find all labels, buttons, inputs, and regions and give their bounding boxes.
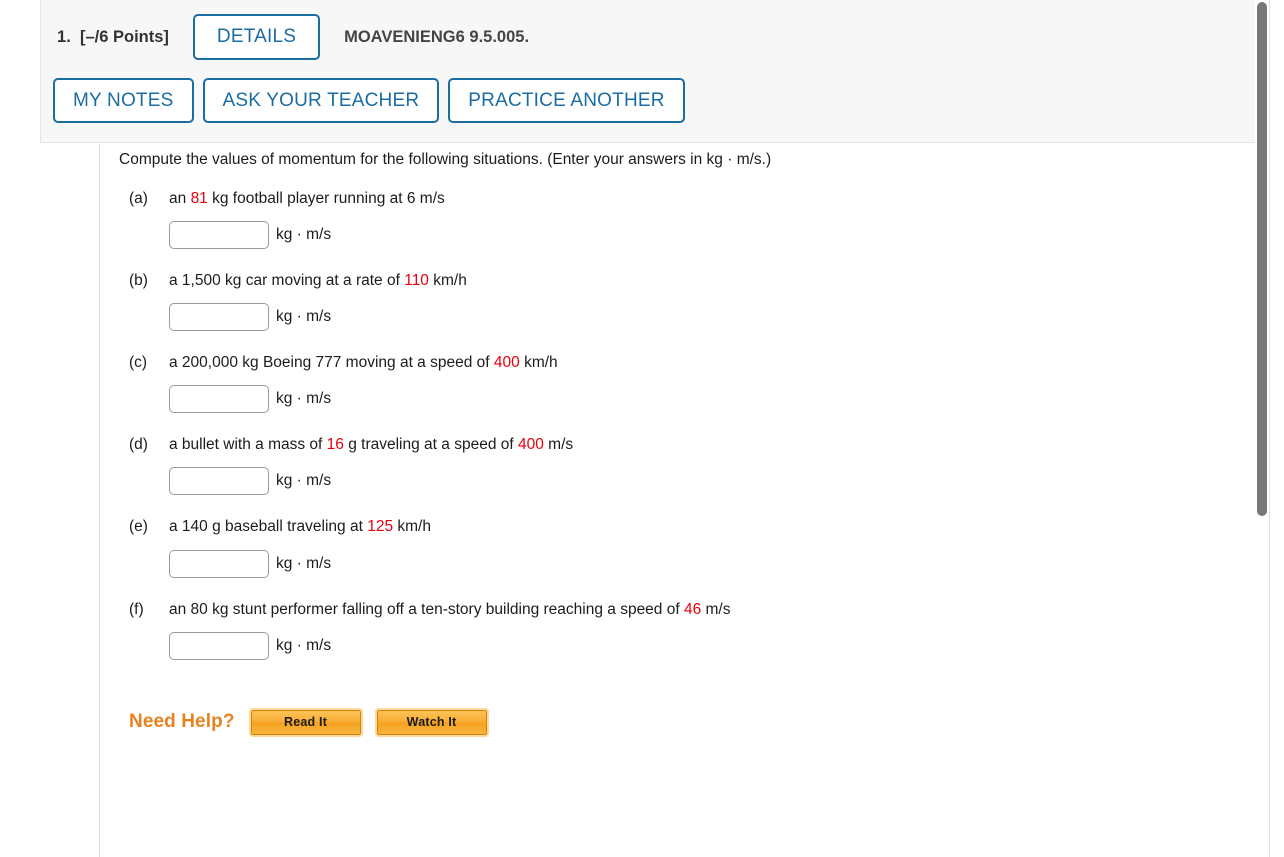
question-header-top-row: 1. [–/6 Points] DETAILS MOAVENIENG6 9.5.… <box>57 14 529 60</box>
watch-it-button[interactable]: Watch It <box>374 707 489 737</box>
part-label-d: (d) <box>129 436 148 454</box>
part-label-b: (b) <box>129 272 148 290</box>
part-e-value: 125 <box>367 518 394 536</box>
part-b-mid: km/h <box>428 272 467 290</box>
part-a-pre: an <box>169 189 191 207</box>
question-part-f: (f) an 80 kg stunt performer falling off… <box>119 600 1219 660</box>
part-d-value-1: 16 <box>326 436 344 454</box>
answer-row-c: kg · m/s <box>169 385 1219 414</box>
part-text-e: a 140 g baseball traveling at 125 km/h <box>169 517 1219 537</box>
answer-input-a[interactable] <box>169 221 269 250</box>
part-c-value: 400 <box>493 354 520 372</box>
question-part-c: (c) a 200,000 kg Boeing 777 moving at a … <box>119 353 1219 414</box>
part-f-pre: an 80 kg stunt performer falling off a t… <box>169 600 684 618</box>
question-header-action-row: MY NOTES ASK YOUR TEACHER PRACTICE ANOTH… <box>53 78 685 123</box>
part-c-pre: a 200,000 kg Boeing 777 moving at a spee… <box>169 354 494 372</box>
question-prompt: Compute the values of momentum for the f… <box>119 151 772 168</box>
question-part-e: (e) a 140 g baseball traveling at 125 km… <box>119 517 1219 578</box>
answer-unit-e: kg · m/s <box>276 554 332 572</box>
need-help-section: Need Help? Read It Watch It <box>129 707 1219 737</box>
question-header-panel: 1. [–/6 Points] DETAILS MOAVENIENG6 9.5.… <box>40 0 1264 143</box>
part-label-c: (c) <box>129 354 148 372</box>
part-body-a: an 81 kg football player running at 6 m/… <box>169 189 1219 250</box>
part-text-a: an 81 kg football player running at 6 m/… <box>169 189 1219 209</box>
question-content: Compute the values of momentum for the f… <box>119 150 1219 737</box>
answer-unit-d: kg · m/s <box>276 472 332 490</box>
part-c-mid: km/h <box>519 354 558 372</box>
part-body-b: a 1,500 kg car moving at a rate of 110 k… <box>169 271 1219 332</box>
question-part-b: (b) a 1,500 kg car moving at a rate of 1… <box>119 271 1219 332</box>
my-notes-button[interactable]: MY NOTES <box>53 78 194 123</box>
part-e-mid: km/h <box>393 518 431 536</box>
part-label-a: (a) <box>129 189 148 207</box>
part-body-d: a bullet with a mass of 16 g traveling a… <box>169 435 1219 496</box>
page-canvas: 1. [–/6 Points] DETAILS MOAVENIENG6 9.5.… <box>0 0 1270 857</box>
answer-input-c[interactable] <box>169 385 269 414</box>
answer-input-d[interactable] <box>169 467 269 496</box>
part-body-f: an 80 kg stunt performer falling off a t… <box>169 600 1219 660</box>
vertical-scrollbar-track[interactable] <box>1255 0 1269 857</box>
part-text-f: an 80 kg stunt performer falling off a t… <box>169 600 1219 620</box>
answer-row-d: kg · m/s <box>169 467 1219 496</box>
answer-row-f: kg · m/s <box>169 631 1219 660</box>
practice-another-button[interactable]: PRACTICE ANOTHER <box>448 78 685 123</box>
answer-input-b[interactable] <box>169 303 269 332</box>
answer-unit-b: kg · m/s <box>276 308 332 326</box>
vertical-scrollbar-thumb[interactable] <box>1257 2 1267 516</box>
part-d-post: m/s <box>543 436 574 454</box>
part-text-c: a 200,000 kg Boeing 777 moving at a spee… <box>169 353 1219 373</box>
answer-row-a: kg · m/s <box>169 221 1219 250</box>
question-number: 1. <box>57 27 71 46</box>
answer-row-b: kg · m/s <box>169 303 1219 332</box>
details-button[interactable]: DETAILS <box>192 14 321 60</box>
part-a-mid: kg football player running at 6 m/s <box>207 189 445 207</box>
part-text-d: a bullet with a mass of 16 g traveling a… <box>169 435 1219 455</box>
read-it-button[interactable]: Read It <box>248 707 363 737</box>
part-d-pre: a bullet with a mass of <box>169 436 327 454</box>
part-text-b: a 1,500 kg car moving at a rate of 110 k… <box>169 271 1219 291</box>
part-d-mid: g traveling at a speed of <box>343 436 518 454</box>
content-left-divider <box>99 144 100 857</box>
answer-input-e[interactable] <box>169 549 269 578</box>
part-e-pre: a 140 g baseball traveling at <box>169 518 368 536</box>
part-label-f: (f) <box>129 600 144 618</box>
part-d-value-2: 400 <box>517 436 544 454</box>
answer-unit-c: kg · m/s <box>276 390 332 408</box>
part-label-e: (e) <box>129 518 148 536</box>
need-help-label: Need Help? <box>129 711 235 733</box>
problem-code: MOAVENIENG6 9.5.005. <box>344 27 530 46</box>
part-a-value: 81 <box>190 189 208 207</box>
part-f-mid: m/s <box>701 600 731 618</box>
part-b-value: 110 <box>404 272 429 290</box>
question-part-a: (a) an 81 kg football player running at … <box>119 189 1219 250</box>
answer-input-f[interactable] <box>169 631 269 660</box>
points-indicator: [–/6 Points] <box>79 27 169 46</box>
part-f-value: 46 <box>683 600 702 618</box>
part-b-pre: a 1,500 kg car moving at a rate of <box>169 272 405 290</box>
ask-your-teacher-button[interactable]: ASK YOUR TEACHER <box>202 78 440 123</box>
question-part-d: (d) a bullet with a mass of 16 g traveli… <box>119 435 1219 496</box>
part-body-e: a 140 g baseball traveling at 125 km/h k… <box>169 517 1219 578</box>
answer-unit-f: kg · m/s <box>276 636 332 654</box>
answer-unit-a: kg · m/s <box>276 226 332 244</box>
part-body-c: a 200,000 kg Boeing 777 moving at a spee… <box>169 353 1219 414</box>
answer-row-e: kg · m/s <box>169 549 1219 578</box>
